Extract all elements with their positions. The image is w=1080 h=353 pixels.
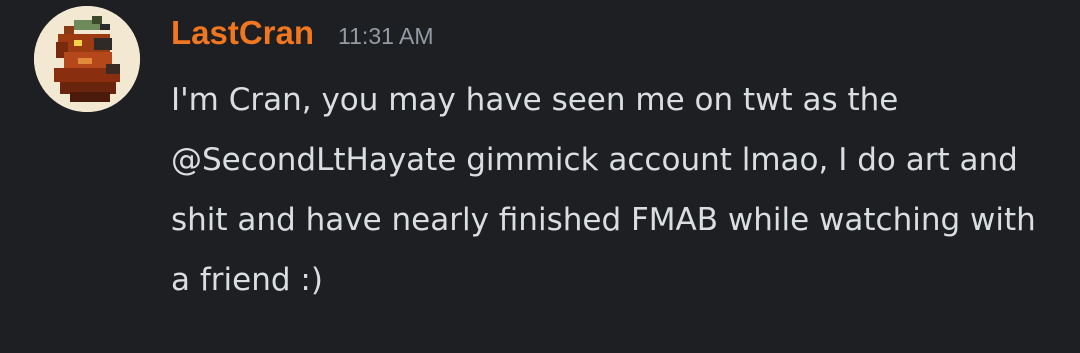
timestamp: 11:31 AM bbox=[338, 23, 434, 49]
user-avatar-icon[interactable] bbox=[34, 6, 140, 112]
username[interactable]: LastCran bbox=[171, 14, 314, 52]
message-header: LastCran 11:31 AM bbox=[171, 14, 434, 64]
chat-message: LastCran 11:31 AM I'm Cran, you may have… bbox=[0, 0, 1080, 353]
message-content: I'm Cran, you may have seen me on twt as… bbox=[171, 82, 1036, 298]
